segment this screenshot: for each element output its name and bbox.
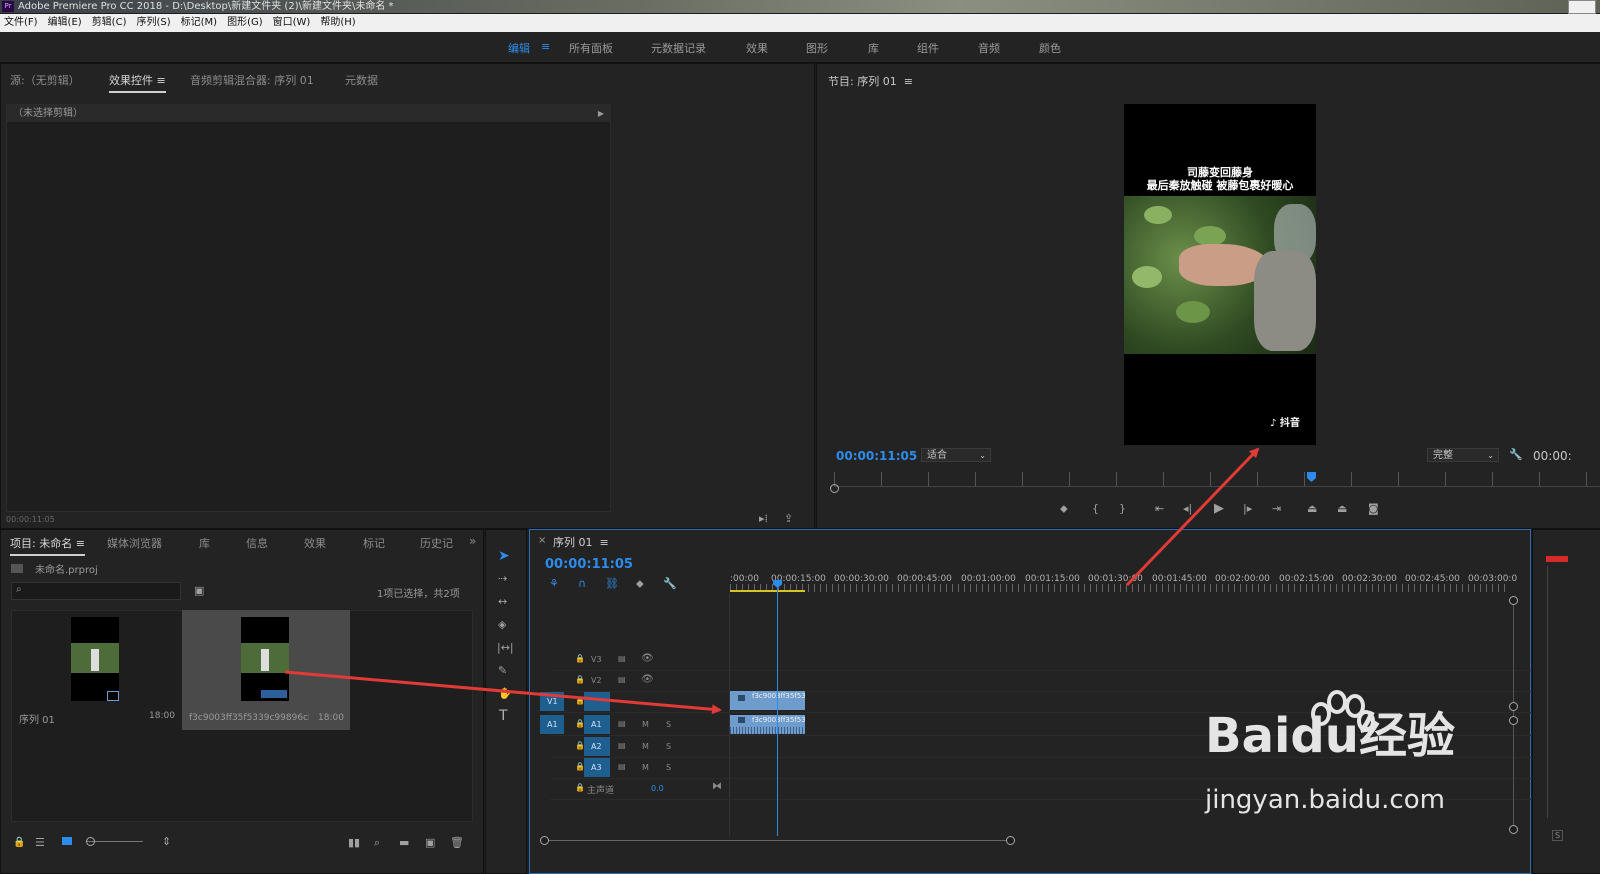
annotation-arrow-to-monitor [1125,447,1260,587]
baidu-url-text: jingyan.baidu.com [1205,785,1445,815]
baidu-brand-text: Baidu经验 [1205,708,1455,764]
annotation-arrow-to-timeline [284,670,722,715]
